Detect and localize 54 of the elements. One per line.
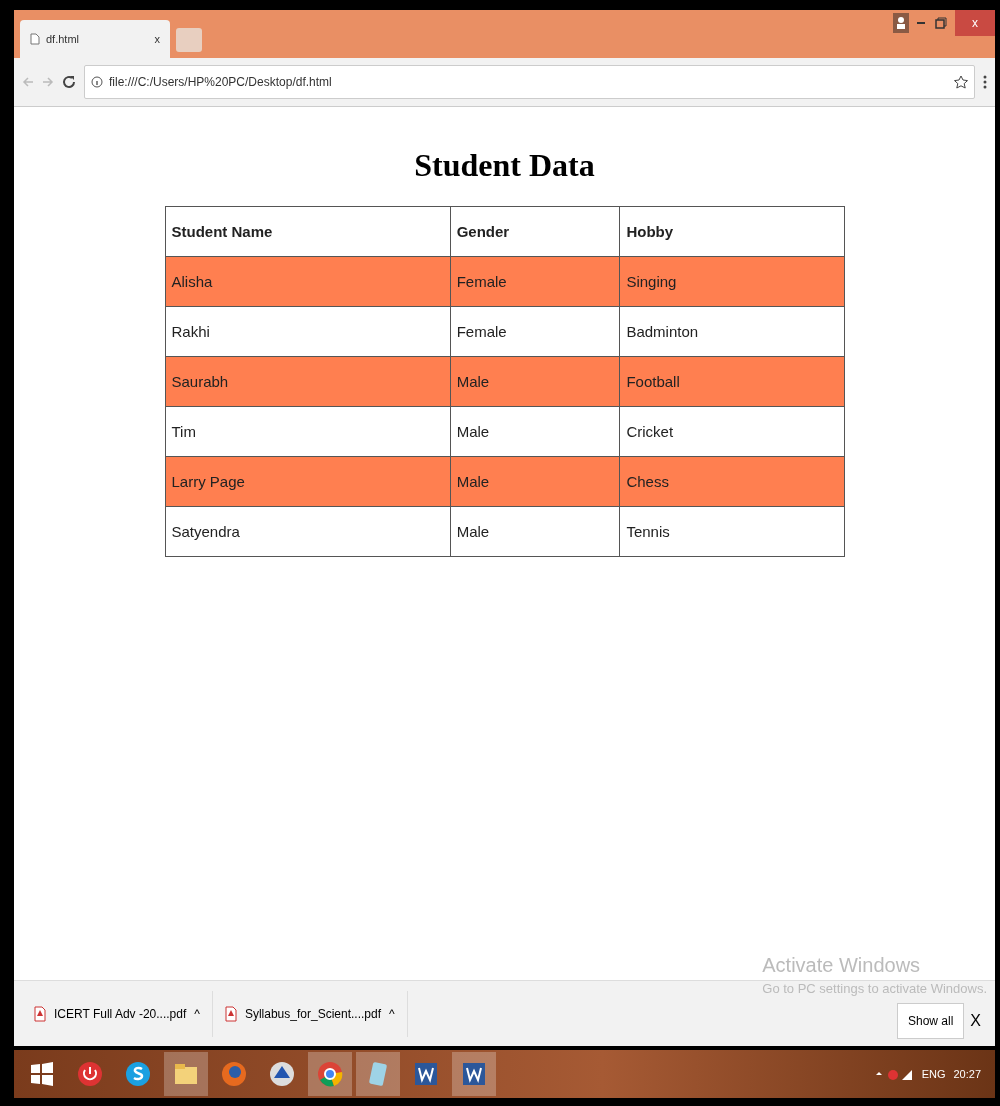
star-icon[interactable]	[954, 75, 968, 89]
address-field[interactable]: file:///C:/Users/HP%20PC/Desktop/df.html	[84, 65, 975, 99]
pdf-file-icon	[34, 1005, 46, 1022]
taskbar-button[interactable]	[308, 1052, 352, 1096]
reload-icon[interactable]	[62, 75, 76, 89]
user-icon[interactable]	[893, 13, 909, 33]
download-name[interactable]: ICERT Full Adv -20....pdf	[54, 1006, 187, 1021]
table-cell: Male	[450, 406, 620, 457]
table-cell: Larry Page	[165, 456, 451, 507]
close-button[interactable]: X	[964, 1010, 987, 1031]
table-cell: Badminton	[619, 306, 844, 357]
table-cell: Singing	[619, 256, 844, 307]
column-header: Hobby	[619, 206, 844, 257]
page-heading: Student Data	[414, 147, 595, 184]
table-cell: Alisha	[165, 256, 451, 307]
info-icon[interactable]	[91, 76, 103, 88]
column-header: Student Name	[165, 206, 451, 257]
caret-icon[interactable]: ^	[194, 1006, 200, 1021]
table-cell: Female	[450, 256, 620, 307]
table-cell: Football	[619, 356, 844, 407]
table-cell: Cricket	[619, 406, 844, 457]
taskbar-button[interactable]	[452, 1052, 496, 1096]
activation-title: Activate Windows	[762, 954, 922, 977]
table-cell: Male	[450, 456, 620, 507]
chrome-icon[interactable]	[316, 1060, 344, 1088]
caret-icon[interactable]: ^	[389, 1006, 395, 1021]
table-cell: Satyendra	[165, 506, 451, 557]
menu-icon[interactable]	[983, 75, 987, 89]
page-icon	[30, 33, 40, 45]
table-cell: Male	[450, 356, 620, 407]
language-indicator[interactable]: ENG	[921, 1068, 946, 1080]
column-header: Gender	[450, 206, 620, 257]
table-cell: Saurabh	[165, 356, 451, 407]
pdf-file-icon	[224, 1005, 237, 1022]
skype-icon[interactable]	[124, 1060, 152, 1088]
table-cell: Male	[450, 506, 620, 557]
word-icon[interactable]	[460, 1060, 488, 1088]
power-icon[interactable]	[76, 1060, 104, 1088]
windows-logo-icon[interactable]	[30, 1062, 54, 1086]
table-cell: Female	[450, 306, 620, 357]
table-cell: Tennis	[619, 506, 844, 557]
table-cell: Tim	[165, 406, 451, 457]
clock-time[interactable]: 20:27	[953, 1068, 981, 1080]
minimize-icon[interactable]	[917, 21, 927, 25]
restore-icon[interactable]	[935, 17, 947, 29]
word-icon[interactable]	[412, 1060, 440, 1088]
table-cell: Rakhi	[165, 306, 451, 357]
tab-title: df.html	[46, 33, 79, 45]
browser-tab[interactable]: df.html x	[20, 20, 170, 58]
table-cell: Chess	[619, 456, 844, 507]
tab-close-button[interactable]: x	[154, 33, 160, 45]
close-button[interactable]: x	[955, 10, 995, 36]
show-all-button[interactable]: Show all	[896, 1002, 965, 1039]
download-name[interactable]: Syllabus_for_Scient....pdf	[244, 1006, 381, 1021]
